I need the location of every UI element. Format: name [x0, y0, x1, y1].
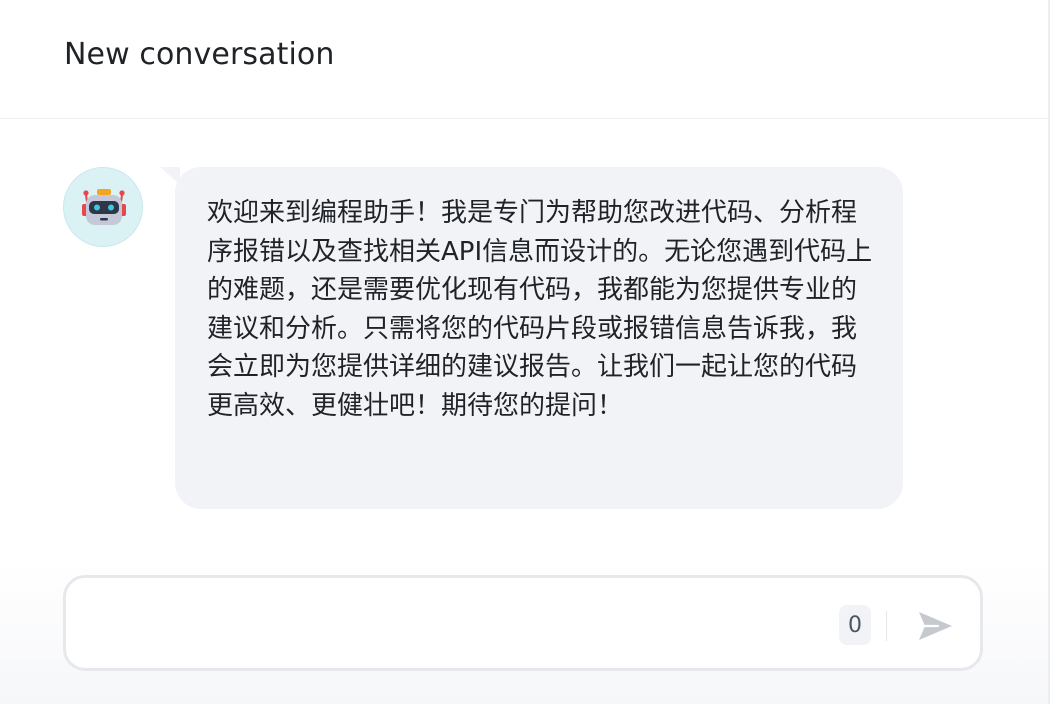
char-count-badge: 0: [839, 605, 871, 645]
message-composer: 0: [63, 575, 983, 671]
assistant-avatar: [63, 167, 143, 247]
conversation-header: New conversation: [0, 0, 1048, 119]
chat-app: New conversation 欢迎来到编程助手！我是专门为帮助您改进代码、分…: [0, 0, 1050, 704]
message-list[interactable]: 欢迎来到编程助手！我是专门为帮助您改进代码、分析程序报错以及查找相关API信息而…: [0, 120, 1048, 560]
send-button[interactable]: [914, 606, 958, 646]
conversation-title: New conversation: [64, 36, 335, 72]
robot-icon: [82, 189, 126, 225]
assistant-message: 欢迎来到编程助手！我是专门为帮助您改进代码、分析程序报错以及查找相关API信息而…: [175, 167, 903, 509]
message-input[interactable]: [86, 596, 826, 650]
assistant-message-text: 欢迎来到编程助手！我是专门为帮助您改进代码、分析程序报错以及查找相关API信息而…: [207, 198, 873, 421]
composer-divider: [886, 611, 887, 641]
send-icon: [919, 612, 952, 640]
